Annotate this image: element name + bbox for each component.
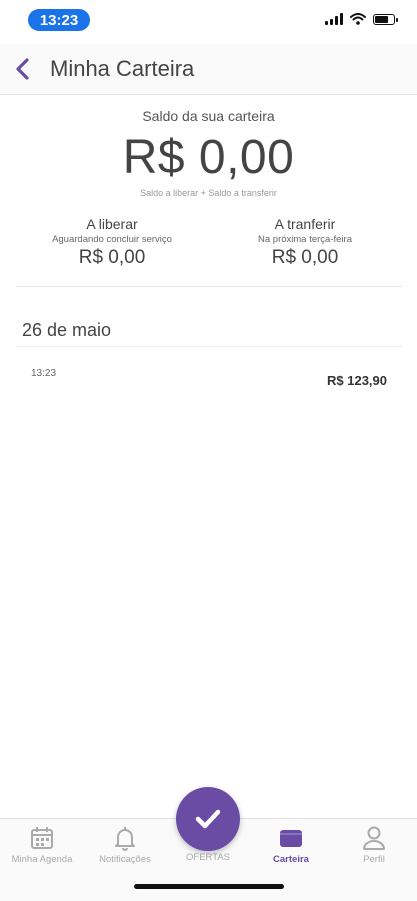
status-time: 13:23	[28, 9, 90, 31]
nav-label: OFERTAS	[186, 852, 230, 863]
balance-caption: Saldo a liberar + Saldo a transferir	[140, 188, 277, 198]
app-header: Minha Carteira	[0, 44, 417, 95]
page-title: Minha Carteira	[50, 56, 195, 81]
divider	[16, 286, 402, 287]
nav-label: Carteira	[273, 854, 309, 865]
pending-value: R$ 0,00	[78, 247, 146, 268]
transfer-title: A tranferir	[274, 216, 336, 232]
calendar-icon	[31, 827, 53, 849]
wallet-icon	[280, 830, 302, 847]
offers-fab-button[interactable]	[176, 787, 240, 851]
signal-icon	[325, 13, 343, 25]
nav-item-notifications[interactable]: Notificações	[85, 825, 165, 877]
nav-label: Minha Agenda	[11, 854, 73, 865]
transfer-balance: A tranferir Na próxima terça-feira R$ 0,…	[205, 216, 405, 269]
bell-icon	[115, 827, 135, 851]
balance-section: Saldo da sua carteira R$ 0,00 Saldo a li…	[0, 94, 417, 286]
nav-item-wallet[interactable]: Carteira	[251, 825, 331, 877]
wifi-icon	[350, 13, 366, 25]
nav-item-profile[interactable]: Perfil	[334, 825, 414, 877]
user-icon	[363, 826, 385, 850]
transaction-row[interactable]: 13:23 R$ 123,90	[16, 360, 402, 400]
balance-value: R$ 0,00	[122, 131, 295, 184]
transaction-amount: R$ 123,90	[327, 373, 387, 388]
home-indicator[interactable]	[134, 884, 284, 889]
status-icons	[325, 13, 398, 25]
divider	[16, 346, 402, 347]
nav-item-offers[interactable]: OFERTAS	[168, 849, 248, 901]
balance-label: Saldo da sua carteira	[142, 108, 275, 124]
battery-icon	[373, 13, 398, 25]
transaction-date-header: 26 de maio	[22, 320, 112, 340]
nav-label: Perfil	[363, 854, 385, 865]
check-icon	[195, 809, 221, 829]
transaction-time: 13:23	[31, 368, 57, 379]
pending-title: A liberar	[86, 216, 138, 232]
nav-label: Notificações	[99, 854, 151, 865]
pending-caption: Aguardando concluir serviço	[52, 234, 172, 245]
back-arrow-icon[interactable]	[10, 56, 36, 82]
pending-balance: A liberar Aguardando concluir serviço R$…	[12, 216, 212, 269]
status-bar: 13:23	[0, 0, 417, 44]
transfer-caption: Na próxima terça-feira	[258, 234, 352, 245]
nav-item-agenda[interactable]: Minha Agenda	[2, 825, 82, 877]
transfer-value: R$ 0,00	[271, 247, 339, 268]
